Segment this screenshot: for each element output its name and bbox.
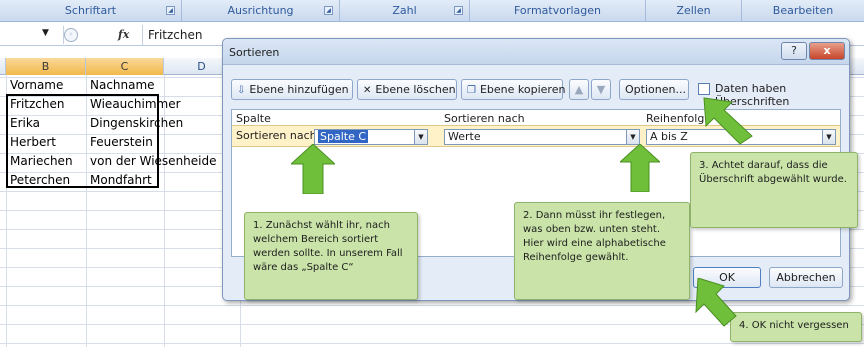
ribbon-group-ausrichtung[interactable]: Ausrichtung ◢: [182, 0, 340, 22]
sort-on-select[interactable]: Werte ▼: [444, 129, 640, 145]
ribbon-group-zahl[interactable]: Zahl ◢: [340, 0, 470, 22]
arrow-up-left-icon: [703, 97, 753, 145]
chevron-down-icon[interactable]: ▼: [414, 130, 427, 144]
column-header-sort-on: Sortieren nach: [444, 112, 525, 125]
arrow-up-left-icon: [695, 278, 737, 327]
dialog-title: Sortieren: [229, 46, 280, 59]
copy-icon: ❐: [467, 85, 476, 96]
column-select-value: Spalte C: [318, 130, 369, 143]
sort-on-value: Werte: [448, 130, 481, 143]
ribbon-group-bearbeiten[interactable]: Bearbeiten: [742, 0, 864, 22]
column-select[interactable]: Spalte C ▼: [314, 129, 428, 145]
cell-header-nachname[interactable]: Nachname: [86, 76, 155, 95]
ribbon-group-label: Formatvorlagen: [513, 4, 602, 17]
ribbon-group-schriftart[interactable]: Schriftart ◢: [0, 0, 182, 22]
delete-level-button[interactable]: ✕ Ebene löschen: [357, 79, 457, 100]
copy-level-label: Ebene kopieren: [479, 83, 566, 96]
dialog-launcher-icon[interactable]: ◢: [324, 6, 333, 15]
dialog-launcher-icon[interactable]: ◢: [454, 6, 463, 15]
chevron-down-icon[interactable]: ▼: [822, 130, 835, 144]
add-level-label: Ebene hinzufügen: [249, 83, 349, 96]
copy-level-button[interactable]: ❐ Ebene kopieren: [461, 79, 566, 100]
close-icon: ✕: [363, 85, 372, 96]
sort-level-label: Sortieren nach: [236, 129, 317, 142]
ribbon-group-zellen[interactable]: Zellen: [646, 0, 742, 22]
ribbon-group-strip: Schriftart ◢ Ausrichtung ◢ Zahl ◢ Format…: [0, 0, 864, 22]
delete-level-label: Ebene löschen: [375, 83, 456, 96]
headers-checkbox[interactable]: [698, 83, 710, 95]
help-button[interactable]: ?: [781, 42, 807, 60]
arrow-up-icon: [291, 144, 335, 194]
ribbon-group-label: Bearbeiten: [772, 4, 834, 17]
callout-step-1: 1. Zunächst wählt ihr, nach welchem Bere…: [244, 212, 418, 300]
callout-step-3: 3. Achtet darauf, dass die Überschrift a…: [690, 152, 858, 228]
callout-step-4: 4. OK nicht vergessen: [730, 312, 862, 342]
insert-function-button[interactable]: fx: [118, 28, 129, 41]
order-value: A bis Z: [650, 130, 688, 143]
close-button[interactable]: x: [809, 42, 845, 60]
column-header-c[interactable]: C: [86, 58, 164, 75]
options-button[interactable]: Optionen...: [619, 79, 689, 100]
arrow-up-icon: [620, 144, 660, 192]
column-header-b[interactable]: B: [6, 58, 86, 75]
dialog-launcher-icon[interactable]: ◢: [166, 6, 175, 15]
dialog-titlebar[interactable]: Sortieren ? x: [223, 39, 849, 65]
name-box[interactable]: ▼: [0, 26, 64, 44]
cancel-button[interactable]: Abbrechen: [769, 267, 843, 288]
selection-range-border: [6, 94, 159, 188]
add-level-button[interactable]: ⇩ Ebene hinzufügen: [231, 79, 353, 100]
column-header-spalte: Spalte: [236, 112, 271, 125]
cell-header-vorname[interactable]: Vorname: [6, 76, 63, 95]
ribbon-group-label: Zellen: [676, 4, 711, 17]
ribbon-group-formatvorlagen[interactable]: Formatvorlagen: [470, 0, 646, 22]
ribbon-group-label: Ausrichtung: [227, 4, 294, 17]
add-level-icon: ⇩: [237, 85, 246, 96]
ribbon-group-label: Zahl: [392, 4, 417, 17]
chevron-down-icon[interactable]: ▼: [626, 130, 639, 144]
ribbon-group-label: Schriftart: [64, 4, 117, 17]
formula-cancel-icon[interactable]: ◦: [64, 28, 78, 42]
move-up-button[interactable]: ▲: [569, 79, 589, 100]
move-down-button[interactable]: ▼: [591, 79, 611, 100]
callout-step-2: 2. Dann müsst ihr festlegen, was oben bz…: [514, 202, 690, 300]
chevron-down-icon[interactable]: ▼: [42, 28, 49, 38]
